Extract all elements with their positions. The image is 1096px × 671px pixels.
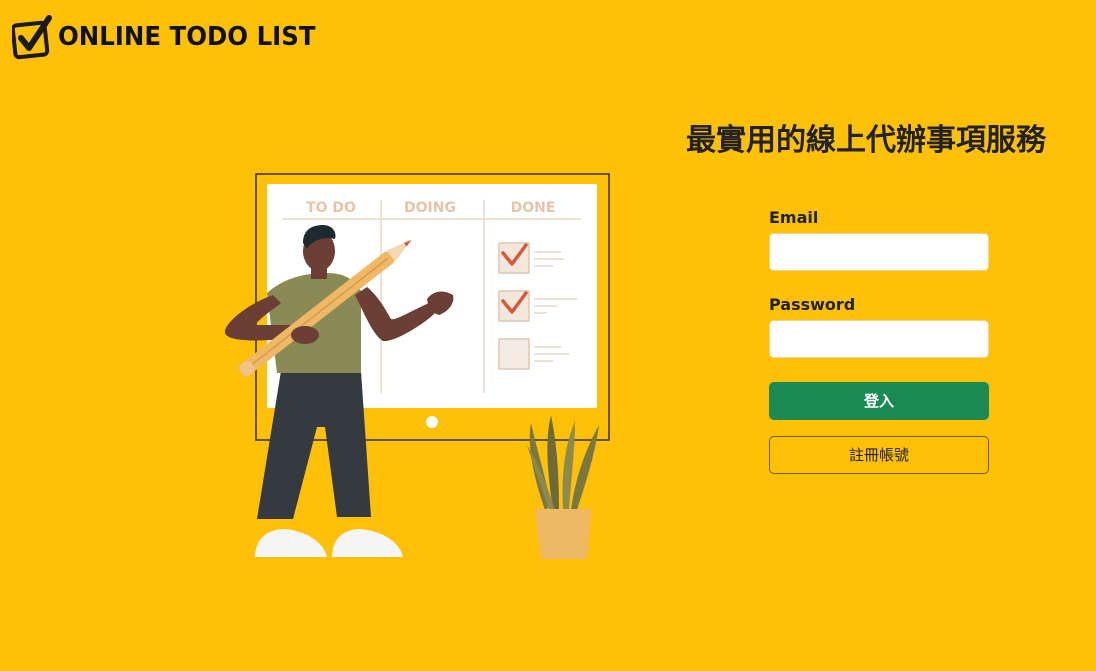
column-header-todo: TO DO: [306, 200, 356, 216]
app-name: ONLINE TODO LIST: [58, 22, 316, 52]
board-indicator-dot: [426, 416, 438, 428]
checkbox-check-icon: [12, 15, 52, 60]
todo-board-illustration: TO DO DOING DONE: [224, 173, 610, 559]
column-header-done: DONE: [511, 200, 556, 216]
register-button[interactable]: 註冊帳號: [769, 436, 989, 474]
email-field[interactable]: [769, 233, 989, 271]
login-button[interactable]: 登入: [769, 382, 989, 420]
column-header-doing: DOING: [404, 200, 456, 216]
page-title: 最實用的線上代辦事項服務: [686, 123, 1046, 158]
app-logo[interactable]: ONLINE TODO LIST: [12, 14, 332, 60]
potted-plant: [527, 415, 599, 559]
password-field[interactable]: [769, 320, 989, 358]
password-label: Password: [769, 295, 856, 314]
login-form: Email Password 登入 註冊帳號: [769, 206, 989, 474]
email-label: Email: [769, 208, 819, 227]
